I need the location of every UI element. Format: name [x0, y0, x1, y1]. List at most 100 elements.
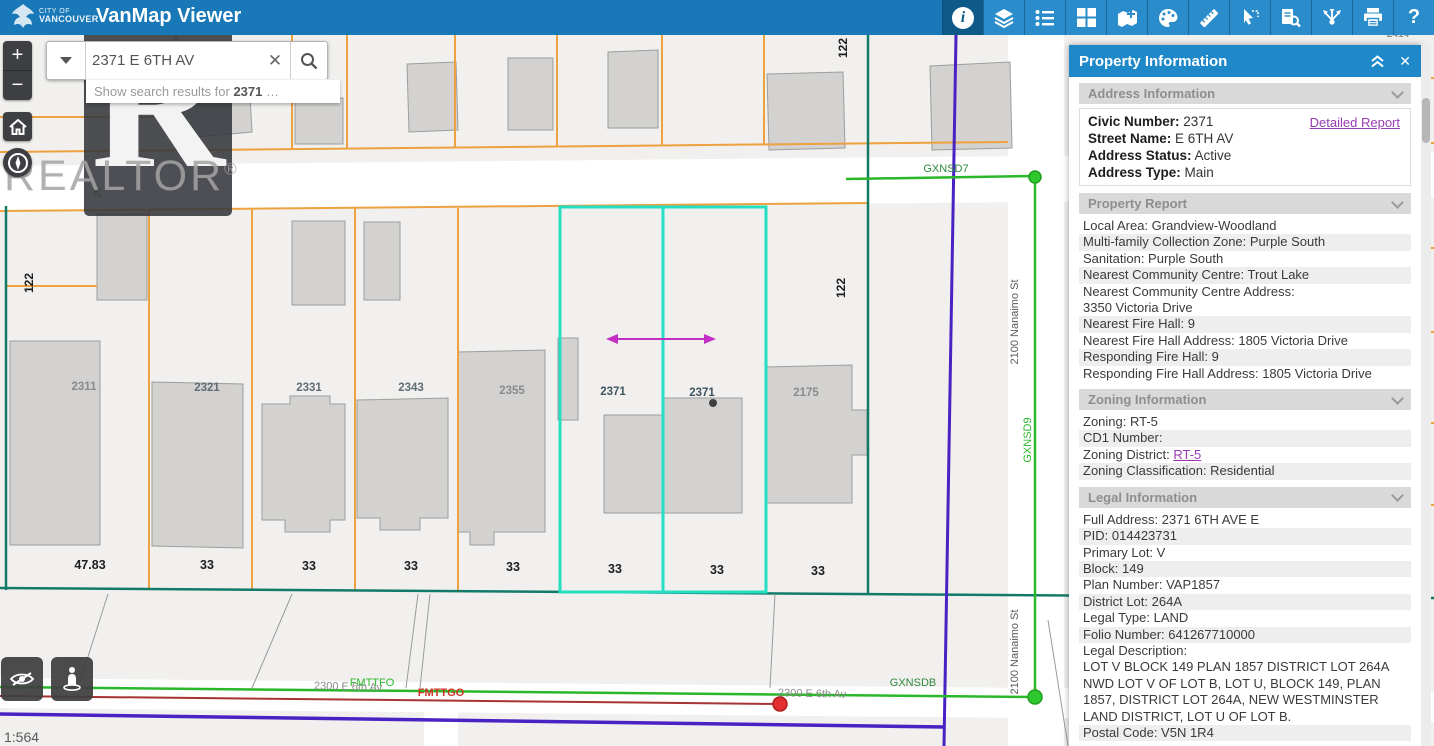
house-number: 2343	[398, 382, 424, 394]
compass-locate-button[interactable]	[3, 148, 32, 177]
collapse-panel-button[interactable]	[1370, 55, 1385, 68]
house-number: 2371	[689, 387, 715, 399]
report-row: Nearest Fire Hall Address: 1805 Victoria…	[1079, 333, 1411, 349]
zoom-out-button[interactable]: −	[3, 70, 32, 100]
selected-point-marker	[709, 399, 717, 407]
block-depth: 122	[834, 278, 848, 298]
street-label-nanaimo: 2100 Nanaimo St	[1009, 280, 1021, 365]
legal-row: Legal Type: LAND	[1079, 610, 1411, 626]
toolbar: i	[942, 0, 1434, 35]
document-search-icon	[1281, 8, 1301, 28]
detailed-report-link[interactable]: Detailed Report	[1310, 115, 1400, 130]
zoning-district-link[interactable]: RT-5	[1173, 447, 1201, 462]
print-tool-button[interactable]	[1352, 0, 1393, 35]
report-row: Responding Fire Hall Address: 1805 Victo…	[1079, 366, 1411, 382]
zoning-row: Zoning Classification: Residential	[1079, 463, 1411, 479]
chevron-down-icon	[1391, 489, 1404, 502]
lot-width: 33	[811, 564, 825, 578]
search-input[interactable]	[86, 42, 260, 79]
realtor-text-watermark: REALTOR®	[4, 152, 240, 201]
legal-row: Primary Lot: V	[1079, 545, 1411, 561]
street-label-e6th: 2300 E 6th Av	[778, 687, 847, 700]
home-extent-button[interactable]	[3, 112, 32, 141]
legend-tool-button[interactable]	[1024, 0, 1065, 35]
panel-scrollbar[interactable]	[1421, 45, 1431, 746]
house-number: 2355	[499, 385, 525, 397]
select-tool-button[interactable]	[1229, 0, 1270, 35]
lot-width: 33	[404, 559, 418, 573]
info-icon: i	[952, 7, 974, 29]
close-panel-button[interactable]: ✕	[1399, 53, 1411, 70]
report-row: Nearest Community Centre Address: 3350 V…	[1079, 284, 1411, 317]
search-button[interactable]	[290, 42, 327, 79]
house-number: 2371	[600, 386, 626, 398]
share-route-icon	[1321, 8, 1343, 28]
legal-row: Postal Code: V5N 1R4	[1079, 725, 1411, 741]
compass-icon	[7, 152, 29, 174]
zoning-row: Zoning: RT-5	[1079, 414, 1411, 430]
basemap-grid-icon	[1077, 8, 1096, 27]
zoom-controls: + −	[3, 41, 32, 100]
chevron-down-icon	[1391, 196, 1404, 209]
legal-row: PID: 014423731	[1079, 528, 1411, 544]
legal-row: Block: 149	[1079, 561, 1411, 577]
info-tool-button[interactable]: i	[942, 0, 983, 35]
legal-row: District Lot: 264A	[1079, 594, 1411, 610]
property-report-rows: Local Area: Grandview-Woodland Multi-fam…	[1079, 218, 1411, 382]
search-suggestion[interactable]: Show search results for 2371 …	[86, 79, 340, 103]
help-tool-button[interactable]: ?	[1393, 0, 1434, 35]
city-of-vancouver-logo: CITY OF VANCOUVER	[10, 2, 99, 30]
panel-scrollbar-thumb[interactable]	[1422, 98, 1430, 143]
panel-body: Address Information Detailed Report Civi…	[1069, 77, 1421, 744]
section-header-zoning-information[interactable]: Zoning Information	[1079, 389, 1411, 410]
legal-row: Folio Number: 641267710000	[1079, 627, 1411, 643]
section-header-legal-information[interactable]: Legal Information	[1079, 487, 1411, 508]
section-header-property-report[interactable]: Property Report	[1079, 193, 1411, 214]
measure-tool-button[interactable]	[1188, 0, 1229, 35]
block-depth: 122	[22, 273, 36, 293]
street-view-pegman-button[interactable]	[51, 657, 93, 701]
lot-width: 33	[608, 562, 622, 576]
legal-rows: Full Address: 2371 6TH AVE E PID: 014423…	[1079, 512, 1411, 742]
swipe-visibility-button[interactable]	[1, 657, 43, 701]
search-source-dropdown[interactable]	[47, 42, 86, 79]
green-node-top	[1029, 171, 1041, 183]
pegman-icon	[60, 666, 84, 692]
add-map-icon	[1116, 8, 1138, 28]
section-header-address-information[interactable]: Address Information	[1079, 83, 1411, 104]
legal-row: Plan Number: VAP1857	[1079, 577, 1411, 593]
palette-icon	[1158, 8, 1178, 28]
street-label-nanaimo: 2100 Nanaimo St	[1009, 610, 1021, 695]
address-information-box: Detailed Report Civic Number: 2371 Stree…	[1079, 108, 1411, 186]
basemap-tool-button[interactable]	[1065, 0, 1106, 35]
draw-tool-button[interactable]	[1147, 0, 1188, 35]
house-number: 2321	[194, 382, 220, 394]
south-alley	[424, 711, 458, 746]
zoom-in-button[interactable]: +	[3, 41, 32, 70]
chevron-down-icon	[1391, 392, 1404, 405]
close-icon: ✕	[1399, 53, 1411, 70]
search-icon	[299, 51, 319, 71]
chevron-down-icon	[1391, 86, 1404, 99]
address-row: Address Type: Main	[1088, 164, 1402, 181]
report-row: Nearest Fire Hall: 9	[1079, 316, 1411, 332]
select-cursor-icon	[1240, 8, 1260, 28]
share-tool-button[interactable]	[1311, 0, 1352, 35]
legal-description-row: Legal Description: LOT V BLOCK 149 PLAN …	[1079, 643, 1411, 725]
block-depth: 122	[836, 38, 850, 58]
zoning-row: CD1 Number:	[1079, 430, 1411, 446]
legal-row: Full Address: 2371 6TH AVE E	[1079, 512, 1411, 528]
query-tool-button[interactable]	[1270, 0, 1311, 35]
lot-width: 33	[200, 558, 214, 572]
clear-search-button[interactable]: ✕	[260, 42, 290, 79]
app-title: VanMap Viewer	[96, 5, 241, 28]
logo-line-2: VANCOUVER	[39, 15, 99, 24]
report-row: Local Area: Grandview-Woodland	[1079, 218, 1411, 234]
report-row: Nearest Community Centre: Trout Lake	[1079, 267, 1411, 283]
add-to-map-tool-button[interactable]	[1106, 0, 1147, 35]
layers-icon	[993, 8, 1015, 28]
lot-width: 33	[506, 560, 520, 574]
layers-tool-button[interactable]	[983, 0, 1024, 35]
zoning-rows: Zoning: RT-5 CD1 Number: Zoning District…	[1079, 414, 1411, 480]
address-row: Street Name: E 6TH AV	[1088, 130, 1402, 147]
